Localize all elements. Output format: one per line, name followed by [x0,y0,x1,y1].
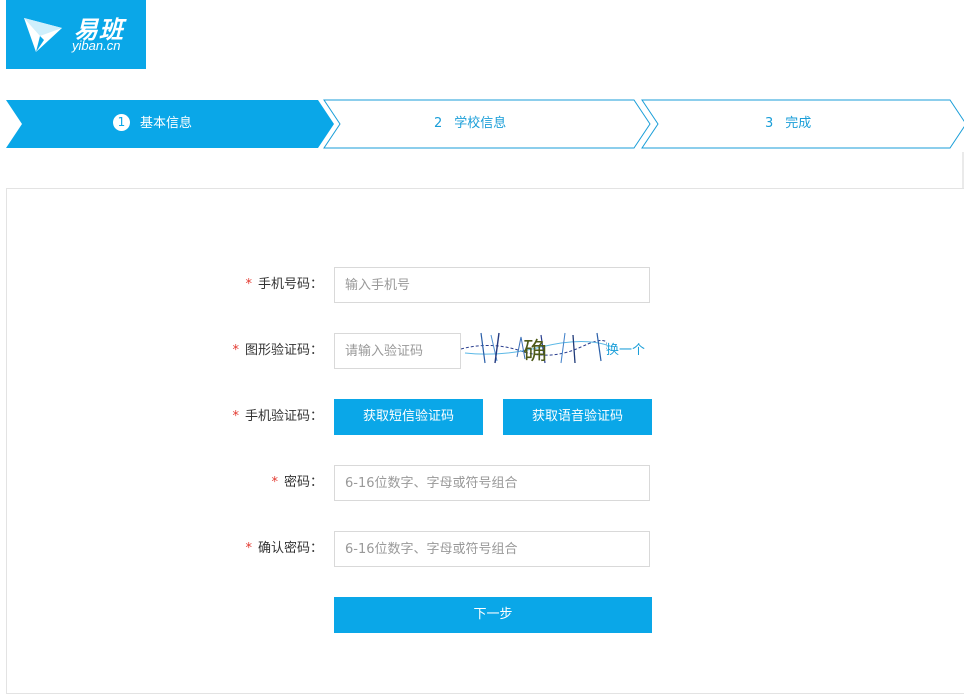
sms-label: * 手机验证码： [232,399,323,435]
phone-input[interactable] [334,267,650,303]
required-mark: * [232,343,239,358]
required-mark: * [245,541,252,556]
password-input[interactable] [334,465,650,501]
phone-label-text: 手机号码： [257,277,323,292]
yiban-logo[interactable]: 易班 yiban.cn [6,0,146,69]
step-1-number: 1 [113,114,130,131]
get-voice-code-button[interactable]: 获取语音验证码 [503,399,652,435]
captcha-image[interactable]: 确 [461,327,607,369]
logo-text-en: yiban.cn [72,38,121,53]
captcha-char: 确 [523,337,547,365]
captcha-label-text: 图形验证码： [244,343,323,358]
captcha-row: * 图形验证码： 确 换一个 [7,332,964,369]
confirm-password-label: * 确认密码： [245,531,323,567]
submit-row: 下一步 [7,597,964,633]
sms-label-text: 手机验证码： [244,409,323,424]
step-1-label: 基本信息 [140,116,193,131]
step-3-label: 完成 [785,116,812,131]
required-mark: * [232,409,239,424]
step-2: 2 学校信息 [434,96,506,152]
get-sms-code-button[interactable]: 获取短信验证码 [334,399,483,435]
required-mark: * [271,475,278,490]
step-3-number: 3 [765,116,774,131]
paper-plane-icon [24,18,62,52]
required-mark: * [245,277,252,292]
registration-form: * 手机号码： * 图形验证码： 确 换一个 * 手机验证码： 获取短信验证码 获取语… [6,188,964,694]
step-2-number: 2 [434,116,443,131]
refresh-captcha-link[interactable]: 换一个 [606,333,645,369]
password-label-text: 密码： [283,475,323,490]
confirm-password-label-text: 确认密码： [257,541,323,556]
progress-steps: 1 基本信息 2 学校信息 3 完成 [0,96,964,152]
phone-label: * 手机号码： [245,267,323,303]
step-3: 3 完成 [765,96,811,152]
step-2-label: 学校信息 [454,116,507,131]
next-step-button[interactable]: 下一步 [334,597,652,633]
password-label: * 密码： [271,465,323,501]
password-row: * 密码： [7,465,964,501]
confirm-password-input[interactable] [334,531,650,567]
captcha-input[interactable] [334,333,461,369]
sms-row: * 手机验证码： 获取短信验证码 获取语音验证码 [7,399,964,435]
captcha-label: * 图形验证码： [232,333,323,369]
confirm-password-row: * 确认密码： [7,531,964,567]
step-1: 1 基本信息 [113,96,192,152]
phone-row: * 手机号码： [7,267,964,303]
